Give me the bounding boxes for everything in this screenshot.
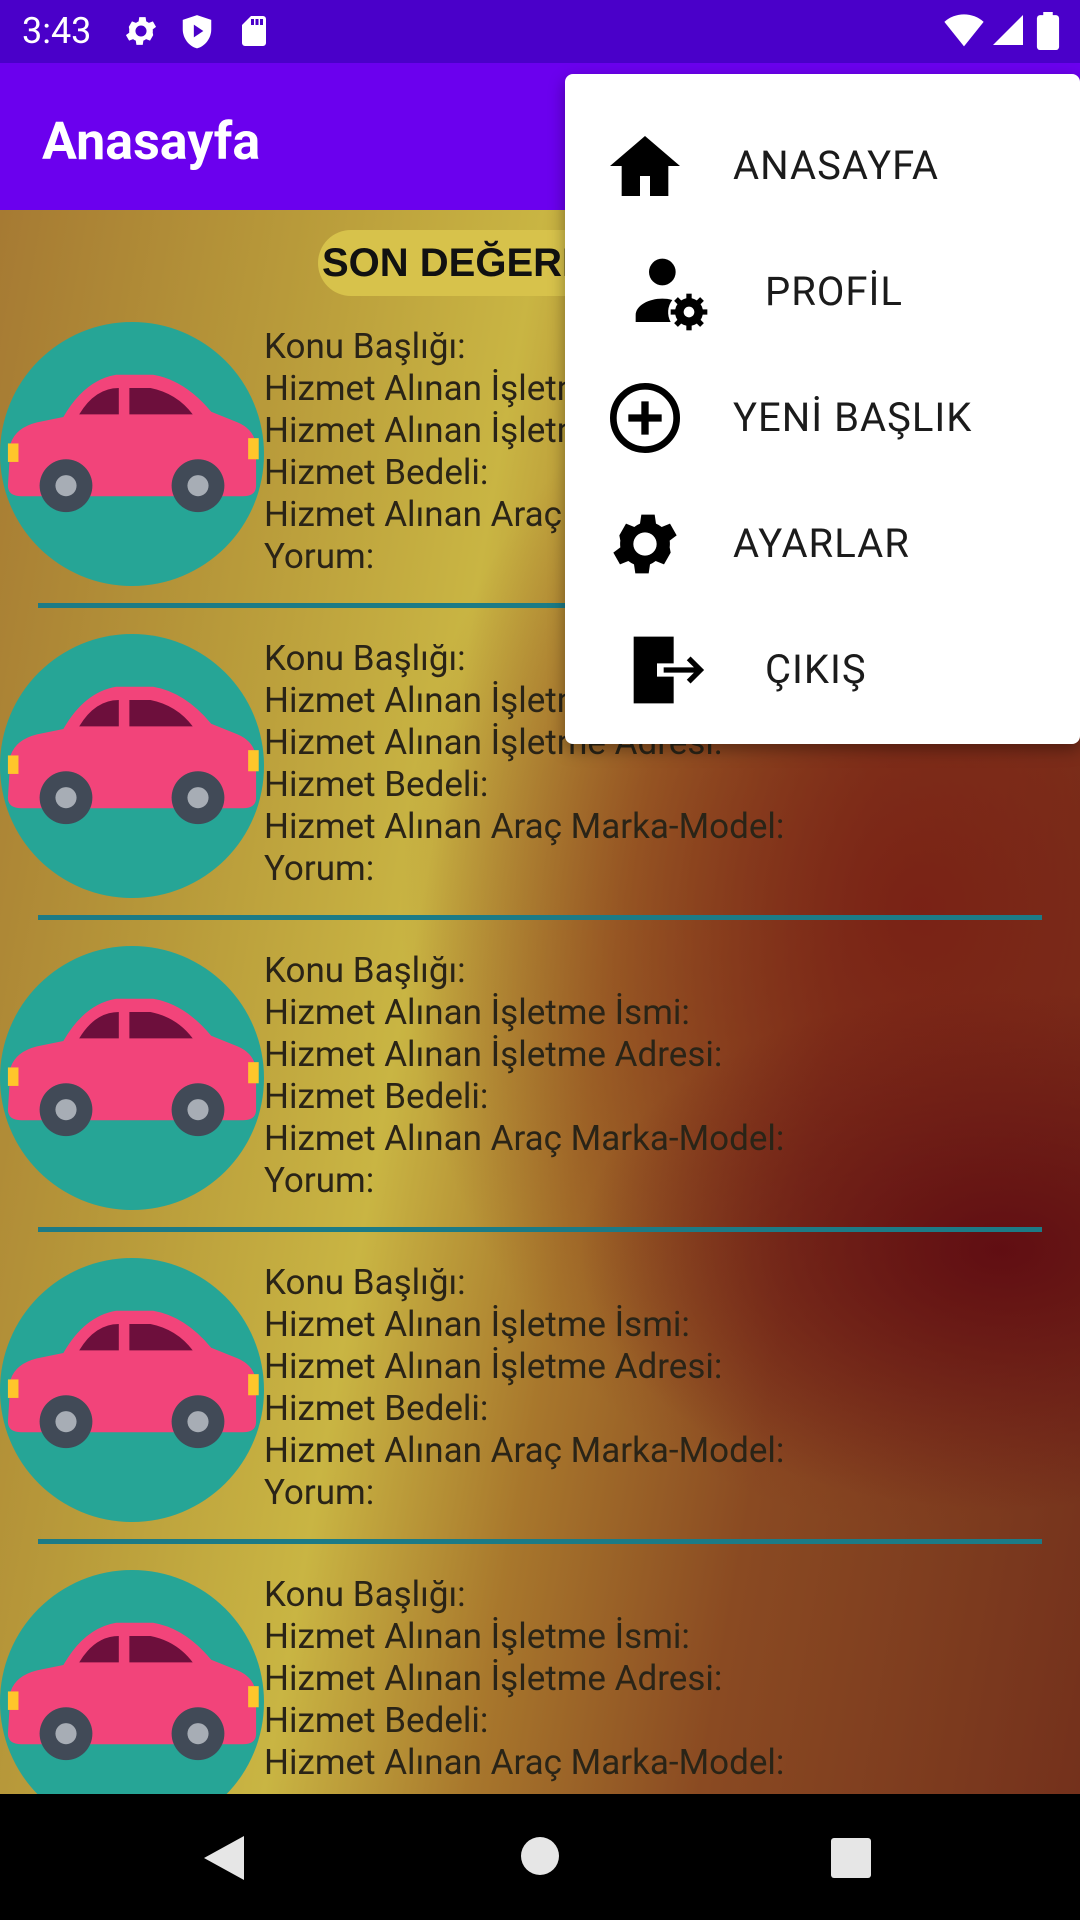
- menu-item-home[interactable]: ANASAYFA: [565, 96, 1080, 222]
- menu-item-label: AYARLAR: [733, 520, 910, 567]
- review-vehicle: Hizmet Alınan Araç Marka-Model:: [264, 1430, 785, 1471]
- review-business-name: Hizmet Alınan İşletme İsmi:: [264, 1304, 690, 1345]
- review-comment: Yorum:: [264, 848, 375, 889]
- review-business-address: Hizmet Alınan İşletme Adresi:: [264, 1034, 723, 1075]
- review-comment: Yorum:: [264, 1472, 375, 1513]
- status-bar: 3:43: [0, 0, 1080, 63]
- menu-item-new-topic[interactable]: YENİ BAŞLIK: [565, 348, 1080, 474]
- menu-item-label: ANASAYFA: [733, 142, 939, 189]
- review-business-name: Hizmet Alınan İşletme İsmi:: [264, 992, 690, 1033]
- user-settings-icon: [635, 258, 708, 331]
- review-details: Konu Başlığı: Hizmet Alınan İşletme İsmi…: [264, 1262, 784, 1514]
- car-avatar-icon: [0, 946, 264, 1210]
- review-vehicle: Hizmet Alınan Araç Marka-Model:: [264, 1118, 785, 1159]
- review-price: Hizmet Bedeli:: [264, 1700, 489, 1741]
- home-icon: [610, 136, 680, 196]
- review-details: Konu Başlığı: Hizmet Alınan İşletme İsmi…: [264, 1574, 784, 1784]
- review-comment: Yorum:: [264, 1160, 375, 1201]
- menu-item-settings[interactable]: AYARLAR: [565, 474, 1080, 600]
- recents-icon[interactable]: [831, 1838, 871, 1878]
- navigation-bar: [0, 1794, 1080, 1920]
- menu-item-label: YENİ BAŞLIK: [733, 394, 973, 441]
- review-card[interactable]: Konu Başlığı: Hizmet Alınan İşletme İsmi…: [0, 1570, 1080, 1794]
- add-circle-icon: [610, 383, 680, 453]
- review-price: Hizmet Bedeli:: [264, 1076, 489, 1117]
- logout-icon: [633, 636, 705, 704]
- car-avatar-icon: [0, 634, 264, 898]
- divider: [38, 1539, 1042, 1544]
- review-business-name: Hizmet Alınan İşletme İsmi:: [264, 1616, 690, 1657]
- settings-status-icon: [125, 17, 157, 45]
- gear-icon: [613, 514, 677, 574]
- options-menu: ANASAYFA PROFİL YENİ BAŞLIK AYARLAR ÇIKI…: [565, 74, 1080, 744]
- wifi-icon: [944, 14, 984, 47]
- review-business-address: Hizmet Alınan İşletme Adresi:: [264, 1346, 723, 1387]
- review-price: Hizmet Bedeli:: [264, 1388, 489, 1429]
- sd-card-icon: [242, 16, 266, 46]
- menu-item-label: ÇIKIŞ: [765, 646, 867, 693]
- menu-item-profile[interactable]: PROFİL: [565, 222, 1080, 348]
- review-subject: Konu Başlığı:: [264, 1574, 466, 1615]
- status-time: 3:43: [22, 10, 92, 52]
- review-subject: Konu Başlığı:: [264, 1262, 466, 1303]
- divider: [38, 1227, 1042, 1232]
- review-card[interactable]: Konu Başlığı: Hizmet Alınan İşletme İsmi…: [0, 1258, 1080, 1570]
- review-details: Konu Başlığı: Hizmet Alınan İşletme İsmi…: [264, 950, 784, 1202]
- review-business-address: Hizmet Alınan İşletme Adresi:: [264, 1658, 723, 1699]
- review-card[interactable]: Konu Başlığı: Hizmet Alınan İşletme İsmi…: [0, 946, 1080, 1258]
- menu-item-label: PROFİL: [765, 268, 903, 315]
- review-price: Hizmet Bedeli:: [264, 764, 489, 805]
- home-nav-icon[interactable]: [520, 1836, 560, 1876]
- divider: [38, 915, 1042, 920]
- signal-icon: [993, 15, 1023, 45]
- review-vehicle: Hizmet Alınan Araç Marka-Model:: [264, 806, 785, 847]
- battery-icon: [1036, 12, 1060, 50]
- menu-item-logout[interactable]: ÇIKIŞ: [565, 600, 1080, 726]
- review-vehicle: Hizmet Alınan Araç Marka-Model:: [264, 1742, 785, 1783]
- car-avatar-icon: [0, 322, 264, 586]
- car-avatar-icon: [0, 1570, 264, 1794]
- play-protect-icon: [182, 15, 212, 49]
- car-avatar-icon: [0, 1258, 264, 1522]
- review-subject: Konu Başlığı:: [264, 950, 466, 991]
- page-title: Anasayfa: [42, 111, 261, 172]
- back-icon[interactable]: [204, 1836, 246, 1880]
